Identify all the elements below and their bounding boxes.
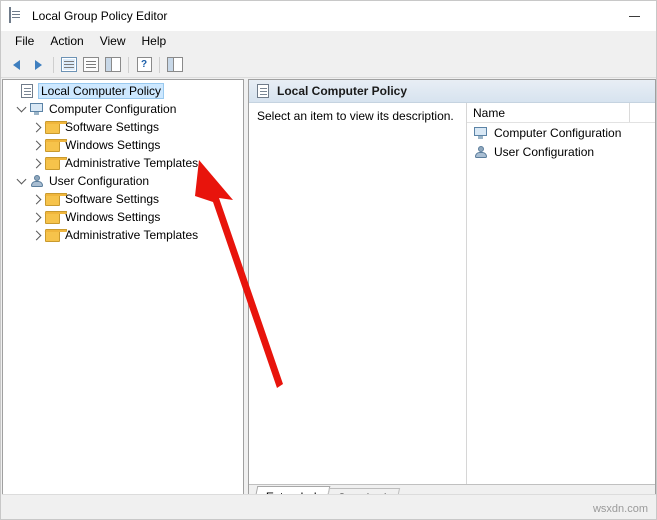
folder-icon <box>44 228 68 242</box>
arrow-left-icon <box>12 59 20 70</box>
toolbar-separator-1 <box>53 56 54 73</box>
tree-expander-computer-software-settings[interactable] <box>29 119 45 135</box>
window-title: Local Group Policy Editor <box>32 9 168 23</box>
properties-button[interactable] <box>80 54 102 76</box>
menu-item-view[interactable]: View <box>92 32 134 51</box>
help-button[interactable]: ? <box>133 54 155 76</box>
policy-document-icon <box>9 7 25 24</box>
tree-item-label: Windows Settings <box>65 210 161 224</box>
tree-expander-placeholder <box>3 83 19 99</box>
list-item-label: User Configuration <box>494 144 595 159</box>
refresh-button[interactable] <box>102 54 124 76</box>
policy-tree: Local Computer Policy Computer Configura… <box>3 80 243 244</box>
tree-item-label: User Configuration <box>49 174 150 188</box>
console-tree-pane: Local Computer Policy Computer Configura… <box>2 79 244 509</box>
user-icon <box>473 145 489 159</box>
toolbar-separator-2 <box>128 56 129 73</box>
tree-item-user-windows-settings[interactable]: Windows Settings <box>3 208 243 226</box>
menu-bar: File Action View Help <box>1 31 656 52</box>
tree-item-user-administrative-templates[interactable]: Administrative Templates <box>3 226 243 244</box>
minimize-button[interactable] <box>612 1 656 31</box>
tree-item-label: Software Settings <box>65 120 160 134</box>
forward-button[interactable] <box>27 54 49 76</box>
help-icon: ? <box>136 57 152 72</box>
tree-item-computer-configuration[interactable]: Computer Configuration <box>3 100 243 118</box>
description-text: Select an item to view its description. <box>257 109 454 123</box>
details-pane-body: Select an item to view its description. … <box>249 103 655 484</box>
column-divider[interactable] <box>629 103 630 122</box>
tree-item-label: Administrative Templates <box>65 156 199 170</box>
folder-icon <box>44 210 68 224</box>
user-icon <box>29 174 45 188</box>
policy-document-icon <box>19 83 35 99</box>
title-bar: Local Group Policy Editor <box>1 1 656 31</box>
tree-item-computer-software-settings[interactable]: Software Settings <box>3 118 243 136</box>
action-pane-icon <box>167 57 183 72</box>
toolbar: ? <box>1 52 656 78</box>
folder-icon <box>44 138 68 152</box>
items-list-column: Name Computer Configuration User Configu… <box>467 103 655 484</box>
computer-icon <box>29 102 45 116</box>
tree-expander-user-administrative-templates[interactable] <box>29 227 45 243</box>
minimize-icon <box>628 15 640 17</box>
tree-item-label: Local Computer Policy <box>37 83 165 99</box>
tree-expander-user-windows-settings[interactable] <box>29 209 45 225</box>
show-hide-console-tree-button[interactable] <box>58 54 80 76</box>
show-hide-action-pane-button[interactable] <box>164 54 186 76</box>
folder-icon <box>44 192 68 206</box>
tree-expander-computer-configuration[interactable] <box>13 101 29 117</box>
back-button[interactable] <box>5 54 27 76</box>
tree-expander-user-configuration[interactable] <box>13 173 29 189</box>
tree-item-computer-administrative-templates[interactable]: Administrative Templates <box>3 154 243 172</box>
tree-item-computer-windows-settings[interactable]: Windows Settings <box>3 136 243 154</box>
list-item-label: Computer Configuration <box>494 125 622 140</box>
toolbar-separator-3 <box>159 56 160 73</box>
console-tree-icon <box>61 57 77 72</box>
tree-expander-user-software-settings[interactable] <box>29 191 45 207</box>
column-header-name: Name <box>473 105 506 120</box>
tree-item-label: Windows Settings <box>65 138 161 152</box>
status-bar: wsxdn.com <box>2 494 656 518</box>
window-controls <box>612 1 656 31</box>
main-content: Local Computer Policy Computer Configura… <box>2 79 656 509</box>
tree-expander-computer-windows-settings[interactable] <box>29 137 45 153</box>
menu-item-action[interactable]: Action <box>42 32 91 51</box>
details-pane: Local Computer Policy Select an item to … <box>248 79 656 509</box>
folder-icon <box>44 120 68 134</box>
tree-item-label: Administrative Templates <box>65 228 199 242</box>
tree-item-user-software-settings[interactable]: Software Settings <box>3 190 243 208</box>
policy-document-icon <box>255 83 271 99</box>
list-item[interactable]: Computer Configuration <box>467 123 655 142</box>
properties-icon <box>83 57 99 72</box>
details-pane-header: Local Computer Policy <box>249 80 655 103</box>
list-item[interactable]: User Configuration <box>467 142 655 161</box>
tree-item-user-configuration[interactable]: User Configuration <box>3 172 243 190</box>
tree-item-label: Software Settings <box>65 192 160 206</box>
tree-item-label: Computer Configuration <box>49 102 177 116</box>
local-group-policy-editor-window: Local Group Policy Editor File Action Vi… <box>0 0 657 520</box>
menu-item-file[interactable]: File <box>7 32 42 51</box>
description-column: Select an item to view its description. <box>249 103 467 484</box>
details-pane-title: Local Computer Policy <box>277 84 408 98</box>
computer-icon <box>473 126 489 140</box>
tree-expander-computer-administrative-templates[interactable] <box>29 155 45 171</box>
folder-icon <box>44 156 68 170</box>
arrow-right-icon <box>34 59 42 70</box>
tree-item-local-computer-policy[interactable]: Local Computer Policy <box>3 82 243 100</box>
list-column-header[interactable]: Name <box>467 103 655 123</box>
refresh-icon <box>105 57 121 72</box>
watermark-text: wsxdn.com <box>592 503 648 515</box>
menu-item-help[interactable]: Help <box>134 32 175 51</box>
